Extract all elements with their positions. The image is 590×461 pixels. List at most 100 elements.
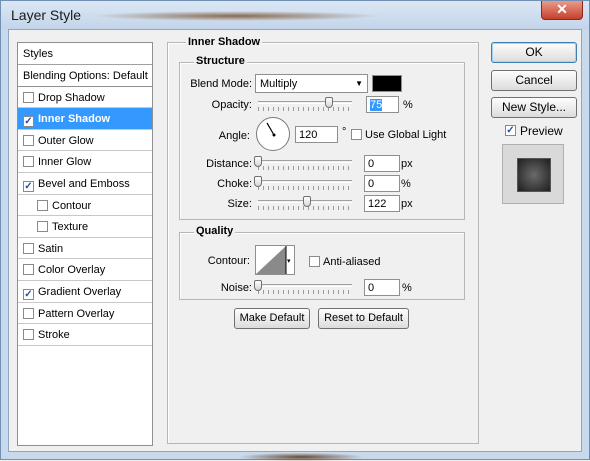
preview-swatch (517, 158, 551, 192)
opacity-unit: % (403, 99, 413, 111)
noise-slider-track[interactable] (258, 284, 352, 287)
contour-label: Contour: (207, 255, 250, 267)
angle-dial[interactable] (256, 117, 290, 151)
style-item-checkbox[interactable] (23, 329, 34, 341)
blending-options-item[interactable]: Blending Options: Default (18, 65, 152, 87)
styles-header[interactable]: Styles (18, 43, 152, 65)
new-style-button[interactable]: New Style... (491, 97, 577, 118)
noise-slider-thumb[interactable] (254, 280, 262, 291)
choke-value: 0 (368, 178, 375, 190)
style-item-checkbox[interactable]: ✓ (23, 116, 34, 128)
style-item-stroke[interactable]: Stroke (18, 324, 152, 346)
cancel-button[interactable]: Cancel (491, 70, 577, 91)
style-item-label: Satin (38, 242, 64, 255)
use-global-light-checkbox[interactable] (351, 129, 362, 140)
contour-picker[interactable]: ▾ (255, 245, 295, 275)
background-artwork-edge (91, 11, 381, 21)
style-item-checkbox[interactable] (23, 264, 34, 276)
choke-slider-track[interactable] (258, 180, 352, 183)
choke-slider-thumb[interactable] (254, 176, 262, 187)
distance-slider-track[interactable] (258, 160, 352, 163)
svg-text:▾: ▾ (287, 257, 291, 265)
opacity-slider-thumb[interactable] (324, 97, 333, 108)
style-item-label: Pattern Overlay (38, 307, 115, 320)
style-item-checkbox[interactable] (37, 199, 48, 211)
size-label: Size: (227, 198, 252, 210)
shadow-color-swatch[interactable] (372, 75, 402, 92)
style-item-drop-shadow[interactable]: Drop Shadow (18, 87, 152, 109)
style-item-inner-glow[interactable]: Inner Glow (18, 151, 152, 173)
styles-list: Styles Blending Options: Default Drop Sh… (17, 42, 153, 446)
distance-field[interactable]: 0 (364, 155, 400, 172)
style-item-satin[interactable]: Satin (18, 238, 152, 260)
opacity-label: Opacity: (211, 99, 252, 111)
style-item-label: Texture (52, 221, 89, 234)
use-global-light-label[interactable]: Use Global Light (365, 129, 446, 141)
style-item-checkbox[interactable] (37, 221, 48, 233)
style-item-gradient-overlay[interactable]: ✓ Gradient Overlay (18, 281, 152, 303)
style-item-label: Color Overlay (38, 264, 106, 277)
ok-button[interactable]: OK (491, 42, 577, 63)
style-item-checkbox[interactable]: ✓ (23, 180, 34, 192)
style-item-color-overlay[interactable]: Color Overlay (18, 259, 152, 281)
blend-mode-value: Multiply (260, 78, 298, 90)
distance-label: Distance: (206, 158, 252, 170)
style-item-checkbox[interactable] (23, 134, 34, 146)
style-item-checkbox[interactable]: ✓ (23, 288, 34, 300)
preview-label[interactable]: Preview (520, 124, 563, 138)
angle-field[interactable]: 120 (295, 126, 338, 143)
angle-label: Angle: (218, 130, 250, 142)
style-item-label: Outer Glow (38, 134, 94, 147)
style-item-checkbox[interactable] (23, 91, 34, 103)
close-button[interactable]: ✕ (541, 1, 583, 20)
style-item-label: Inner Glow (38, 156, 92, 169)
noise-slider-ticks (258, 290, 352, 294)
distance-slider-ticks (258, 166, 352, 170)
angle-unit: ° (342, 126, 347, 138)
opacity-value: 75 (370, 99, 383, 111)
reset-to-default-button[interactable]: Reset to Default (318, 308, 409, 329)
choke-field[interactable]: 0 (364, 175, 400, 192)
noise-field[interactable]: 0 (364, 279, 400, 296)
style-item-label: Bevel and Emboss (38, 177, 130, 190)
inner-shadow-title: Inner Shadow (186, 36, 263, 48)
choke-label: Choke: (217, 178, 252, 190)
style-item-label: Stroke (38, 329, 70, 342)
title-bar[interactable]: Layer Style ✕ (1, 1, 589, 29)
noise-label: Noise: (220, 282, 252, 294)
choke-slider-ticks (258, 186, 352, 190)
opacity-slider-track[interactable] (258, 101, 352, 104)
distance-slider-thumb[interactable] (254, 156, 262, 167)
style-item-contour[interactable]: Contour (18, 195, 152, 217)
style-item-label: Drop Shadow (38, 91, 105, 104)
style-item-pattern-overlay[interactable]: Pattern Overlay (18, 303, 152, 325)
make-default-button[interactable]: Make Default (234, 308, 310, 329)
choke-unit: % (401, 178, 411, 190)
size-unit: px (401, 198, 413, 210)
dialog-body: Styles Blending Options: Default Drop Sh… (8, 29, 582, 452)
distance-unit: px (401, 158, 413, 170)
style-item-label: Gradient Overlay (38, 285, 122, 298)
style-item-checkbox[interactable] (23, 156, 34, 168)
style-preview (502, 144, 564, 204)
anti-aliased-checkbox[interactable] (309, 256, 320, 267)
contour-curve-icon: ▾ (256, 245, 294, 274)
style-item-checkbox[interactable] (23, 307, 34, 319)
blend-mode-dropdown[interactable]: Multiply ▼ (255, 74, 368, 93)
style-item-bevel-and-emboss[interactable]: ✓ Bevel and Emboss (18, 173, 152, 195)
size-field[interactable]: 122 (364, 195, 400, 212)
style-item-inner-shadow[interactable]: ✓ Inner Shadow (18, 108, 152, 130)
anti-aliased-label[interactable]: Anti-aliased (323, 256, 380, 268)
quality-title: Quality (194, 225, 236, 237)
noise-unit: % (402, 282, 412, 294)
style-item-checkbox[interactable] (23, 242, 34, 254)
size-slider-thumb[interactable] (303, 196, 311, 207)
style-item-label: Contour (52, 199, 92, 212)
chevron-down-icon: ▼ (355, 79, 363, 88)
distance-value: 0 (368, 158, 375, 170)
style-item-outer-glow[interactable]: Outer Glow (18, 130, 152, 152)
noise-value: 0 (368, 282, 375, 294)
opacity-field[interactable]: 75 (366, 96, 399, 113)
style-item-texture[interactable]: Texture (18, 216, 152, 238)
preview-checkbox[interactable]: ✓ (505, 125, 516, 136)
